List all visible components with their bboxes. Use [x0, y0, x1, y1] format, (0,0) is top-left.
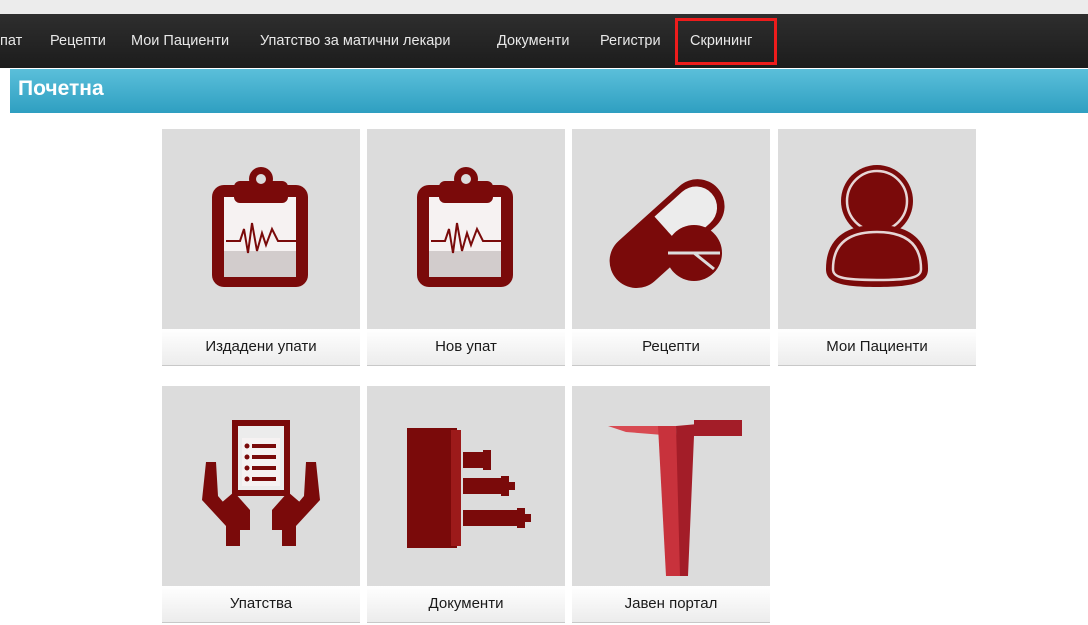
hands-document-icon: [202, 420, 320, 546]
clipboard-ecg-icon: [417, 167, 513, 287]
tile-image: [572, 386, 770, 586]
tile-label: Јавен портал: [572, 586, 770, 623]
tile-image: [367, 129, 565, 329]
tile-label: Документи: [367, 586, 565, 623]
tile-label: Издадени упати: [162, 329, 360, 366]
tile-image: [572, 129, 770, 329]
nav-highlight-box: [675, 18, 777, 65]
nav-item-dokumenti[interactable]: Документи: [497, 14, 569, 68]
tile-image: [162, 129, 360, 329]
tile-label: Рецепти: [572, 329, 770, 366]
tile-label: Мои Пациенти: [778, 329, 976, 366]
nav-item-upat[interactable]: пат: [0, 14, 22, 68]
documents-chart-icon: [407, 428, 531, 548]
tile-nov-upat[interactable]: Нов упат: [367, 129, 565, 368]
tile-izdadeni-upati[interactable]: Издадени упати: [162, 129, 360, 368]
pill-icon: [609, 179, 725, 289]
user-icon: [826, 165, 928, 287]
tile-label: Нов упат: [367, 329, 565, 366]
nav-item-moi-pacienti[interactable]: Мои Пациенти: [131, 14, 229, 68]
clipboard-ecg-icon: [212, 167, 308, 287]
tile-moi-pacienti[interactable]: Мои Пациенти: [778, 129, 976, 368]
tile-image: [162, 386, 360, 586]
tile-label: Упатства: [162, 586, 360, 623]
nav-item-registri[interactable]: Регистри: [600, 14, 661, 68]
tile-image: [778, 129, 976, 329]
portal-logo-icon: [608, 420, 742, 576]
tile-upatstva[interactable]: Упатства: [162, 386, 360, 625]
tile-javen-portal[interactable]: Јавен портал: [572, 386, 770, 625]
nav-item-upatstvo[interactable]: Упатство за матични лекари: [260, 14, 450, 68]
page-header-bar: [10, 69, 1088, 113]
tile-dokumenti[interactable]: Документи: [367, 386, 565, 625]
browser-top-strip: [0, 0, 1088, 14]
nav-item-recepti[interactable]: Рецепти: [50, 14, 106, 68]
tile-image: [367, 386, 565, 586]
tile-recepti[interactable]: Рецепти: [572, 129, 770, 368]
page-title: Почетна: [18, 77, 104, 100]
